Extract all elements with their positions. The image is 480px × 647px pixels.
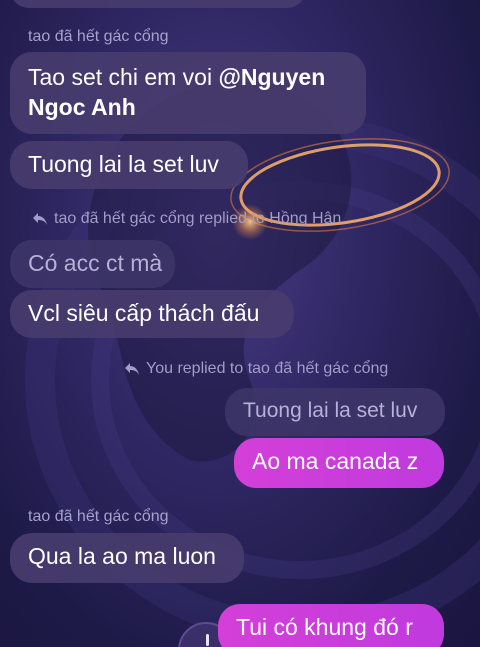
- message-text: Tao set chi em voi: [28, 64, 219, 90]
- reply-context: tao đã hết gác cổng replied to Hồng Hân: [32, 210, 341, 228]
- message-text: Tui có khung đó r: [236, 614, 413, 640]
- message-bubble[interactable]: Qua la ao ma luon: [10, 533, 244, 583]
- sender-name: tao đã hết gác cổng: [28, 28, 169, 45]
- reply-context-text: You replied to tao đã hết gác cổng: [146, 360, 389, 377]
- message-bubble-mention[interactable]: Tao set chi em voi @Nguyen Ngoc Anh: [10, 52, 366, 134]
- sender-name: tao đã hết gác cổng: [28, 508, 169, 525]
- reply-context-text: tao đã hết gác cổng replied to Hồng Hân: [54, 210, 342, 227]
- reply-arrow-icon: [125, 363, 139, 375]
- own-message-bubble[interactable]: Ao ma canada z: [234, 438, 444, 488]
- quoted-text: Tuong lai la set luv: [243, 399, 418, 422]
- reply-context-own: You replied to tao đã hết gác cổng: [124, 360, 388, 378]
- message-text: Vcl siêu cấp thách đấu: [28, 300, 260, 326]
- message-text: Ao ma canada z: [252, 448, 419, 474]
- message-bubble[interactable]: Vcl siêu cấp thách đấu: [10, 290, 294, 338]
- quoted-message-own[interactable]: Tuong lai la set luv: [225, 388, 445, 436]
- own-message-bubble[interactable]: Tui có khung đó r: [218, 604, 444, 647]
- message-bubble-cropped[interactable]: [10, 0, 306, 8]
- message-bubble[interactable]: Tuong lai la set luv: [10, 141, 248, 189]
- reply-arrow-icon: [33, 213, 47, 225]
- chat-thread: tao đã hết gác cổng Tao set chi em voi @…: [0, 0, 480, 647]
- message-text: Qua la ao ma luon: [28, 543, 216, 569]
- message-text: Tuong lai la set luv: [28, 151, 219, 177]
- quoted-message[interactable]: Có acc ct mà: [10, 240, 175, 288]
- mention-link[interactable]: @Nguyen: [218, 64, 325, 90]
- mention-link-continued[interactable]: Ngoc Anh: [28, 94, 136, 120]
- quoted-text: Có acc ct mà: [28, 250, 163, 276]
